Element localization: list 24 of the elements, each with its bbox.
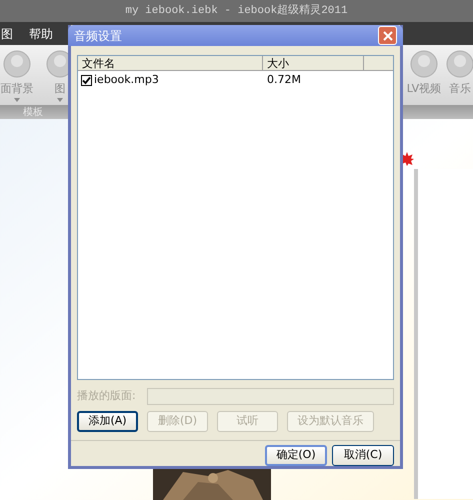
field-label: 播放的版面: bbox=[77, 388, 137, 404]
ribbon-icon bbox=[2, 49, 32, 79]
check-icon bbox=[82, 76, 91, 84]
close-button[interactable] bbox=[378, 26, 397, 45]
column-header[interactable]: 大小 bbox=[263, 56, 364, 70]
file-name: iebook.mp3 bbox=[94, 72, 159, 88]
page-field[interactable] bbox=[147, 388, 394, 405]
ribbon-icon bbox=[409, 49, 439, 79]
checkbox[interactable] bbox=[81, 74, 92, 86]
dialog-title: 音频设置 bbox=[74, 28, 122, 44]
column-header[interactable]: 文件名 bbox=[78, 56, 263, 70]
caret-icon bbox=[14, 98, 20, 102]
close-icon bbox=[382, 30, 392, 40]
dialog-button[interactable]: 添加(A) bbox=[77, 411, 138, 432]
cancel-button[interactable]: 取消(C) bbox=[332, 445, 394, 466]
group-label: 模板 bbox=[23, 106, 43, 120]
menu-item[interactable]: 图 bbox=[1, 24, 13, 42]
window-title: my iebook.iebk - iebook超级精灵2011 bbox=[125, 3, 348, 19]
star-icon bbox=[400, 152, 414, 166]
file-size: 0.72M bbox=[266, 72, 301, 88]
ok-button[interactable]: 确定(O) bbox=[265, 445, 327, 466]
menu-item[interactable]: 帮助 bbox=[29, 24, 53, 42]
caret-icon bbox=[57, 98, 63, 102]
ribbon-icon bbox=[445, 49, 473, 79]
